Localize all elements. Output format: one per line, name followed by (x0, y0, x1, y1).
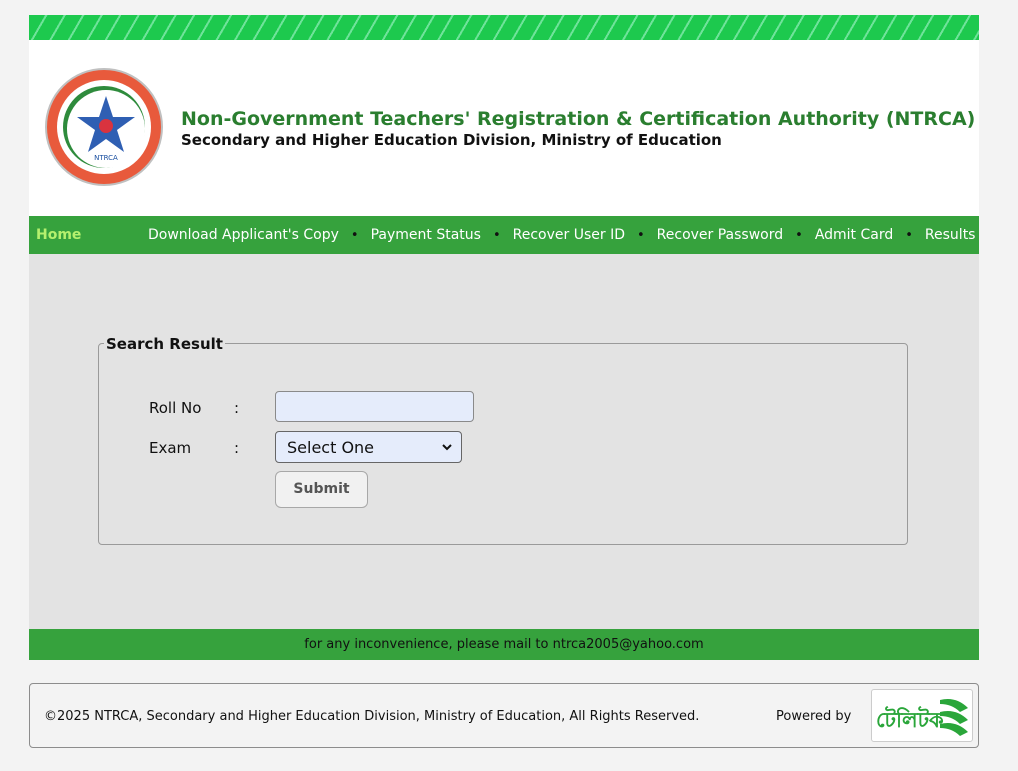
nav-separator: • (905, 228, 913, 243)
nav-payment-status[interactable]: Payment Status (371, 227, 481, 243)
site-header: NTRCA Non-Government Teachers' Registrat… (29, 40, 979, 216)
nav-recover-user-id[interactable]: Recover User ID (513, 227, 625, 243)
exam-selected-value: Select One (287, 438, 375, 457)
nav-items: Download Applicant's Copy • Payment Status… (148, 227, 975, 243)
roll-no-label: Roll No (149, 399, 202, 417)
teletalk-logo-icon[interactable]: টেলিটক (871, 689, 973, 742)
nav-separator: • (795, 228, 803, 243)
nav-results[interactable]: Results (925, 227, 976, 243)
fieldset-legend: Search Result (104, 335, 225, 353)
nav-admit-card[interactable]: Admit Card (815, 227, 893, 243)
brand-text: টেলিটক (876, 708, 944, 732)
contact-notice: for any inconvenience, please mail to nt… (29, 629, 979, 660)
nav-separator: • (492, 228, 501, 243)
nav-download-applicants-copy[interactable]: Download Applicant's Copy (148, 227, 339, 243)
chevron-down-icon (442, 444, 452, 451)
site-footer: ©2025 NTRCA, Secondary and Higher Educat… (29, 683, 979, 748)
nav-home-link[interactable]: Home (36, 227, 81, 243)
main-content: Search Result Roll No : Exam : Select On… (29, 254, 979, 629)
page-container: NTRCA Non-Government Teachers' Registrat… (29, 15, 979, 660)
page-title: Non-Government Teachers' Registration & … (181, 108, 976, 130)
nav-recover-password[interactable]: Recover Password (657, 227, 783, 243)
ntrca-seal-icon: NTRCA (45, 68, 163, 186)
exam-select[interactable]: Select One (275, 431, 462, 463)
exam-colon: : (234, 439, 240, 457)
page-subtitle: Secondary and Higher Education Division,… (181, 131, 722, 149)
submit-button[interactable]: Submit (275, 471, 368, 508)
top-stripe (29, 15, 979, 40)
nav-separator: • (636, 228, 645, 243)
main-nav: Home Download Applicant's Copy • Payment S… (29, 216, 979, 254)
svg-text:NTRCA: NTRCA (94, 154, 118, 162)
nav-separator: • (350, 228, 359, 243)
exam-label: Exam (149, 439, 192, 457)
powered-by-label: Powered by (776, 709, 852, 724)
copyright-text: ©2025 NTRCA, Secondary and Higher Educat… (44, 709, 700, 724)
search-result-fieldset: Search Result Roll No : Exam : Select On… (98, 335, 908, 545)
roll-no-colon: : (234, 399, 240, 417)
roll-no-input[interactable] (275, 391, 474, 422)
